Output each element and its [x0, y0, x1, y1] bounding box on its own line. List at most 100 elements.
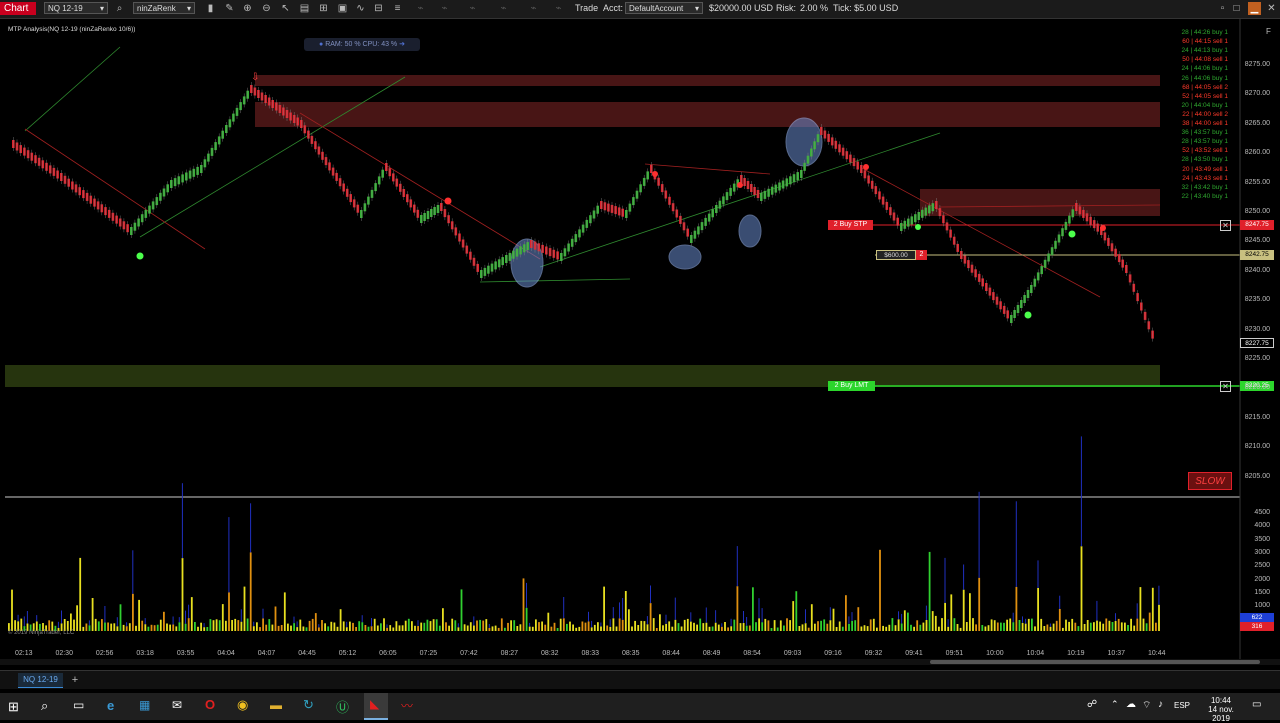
volume-bar: [500, 618, 503, 631]
app-u-icon[interactable]: Ⓤ: [336, 697, 349, 716]
volume-bar: [274, 606, 277, 631]
minimize-icon[interactable]: ▁: [1248, 2, 1261, 15]
volume-delta-bar: [705, 607, 707, 623]
volume-bar: [485, 619, 488, 631]
volume-bar: [1021, 622, 1024, 631]
network-icon[interactable]: ☁: [1126, 699, 1136, 710]
volume-bar: [671, 626, 674, 631]
add-tab-icon[interactable]: +: [68, 673, 82, 687]
windows-start-icon[interactable]: ⊞: [8, 699, 19, 715]
volume-bar: [956, 624, 959, 631]
price-axis-label: 8245.00: [1244, 237, 1270, 245]
refresh-app-icon[interactable]: ↻: [303, 697, 314, 713]
volume-bar: [990, 619, 993, 631]
volume-bar: [972, 618, 974, 631]
volume-delta-bar: [1049, 623, 1051, 627]
stop-amount-tag[interactable]: $600.00: [876, 250, 916, 260]
pointer-icon[interactable]: ↖: [279, 2, 292, 15]
instrument-selector[interactable]: NQ 12-19 ▾: [44, 2, 108, 14]
maximize-icon[interactable]: □: [1230, 2, 1243, 15]
bar-style-icon[interactable]: ▮: [204, 2, 217, 15]
f-label[interactable]: F: [1266, 27, 1271, 36]
trade-button[interactable]: Trade: [575, 2, 598, 15]
volume-delta-bar: [690, 612, 692, 622]
wifi-icon[interactable]: ⌔: [1142, 699, 1151, 712]
volume-bar: [138, 599, 140, 631]
close-icon[interactable]: ✕: [1265, 2, 1278, 15]
scrollbar-thumb[interactable]: [930, 660, 1260, 664]
task-view-icon[interactable]: ▭: [73, 698, 84, 712]
tool-5-icon[interactable]: ⌁: [527, 2, 540, 15]
risk-value[interactable]: 2.00 %: [800, 2, 828, 15]
volume-bar: [752, 587, 754, 631]
time-and-sales-row: 22 | 43:40 buy 1: [1181, 192, 1228, 200]
ninjatrader-taskbar-button[interactable]: ◣: [364, 693, 388, 720]
draw-pencil-icon[interactable]: ✎: [223, 2, 236, 15]
zoom-out-icon[interactable]: ⊖: [260, 2, 273, 15]
tab-nq-12-19[interactable]: NQ 12-19: [18, 673, 63, 688]
horizontal-scrollbar[interactable]: [0, 659, 1280, 665]
account-selector[interactable]: DefaultAccount ▾: [625, 2, 703, 14]
volume-axis-label: 4500: [1254, 509, 1270, 516]
zoom-in-icon[interactable]: ⊕: [241, 2, 254, 15]
volume-bar: [628, 609, 630, 631]
volume-axis-label: 1500: [1254, 588, 1270, 596]
data-box-icon[interactable]: ▤: [298, 2, 311, 15]
tool-6-icon[interactable]: ⌁: [552, 2, 565, 15]
search-icon[interactable]: ⌕: [113, 2, 126, 15]
stop-qty-tag[interactable]: 2: [916, 250, 927, 260]
tool-3-icon[interactable]: ⌁: [466, 2, 479, 15]
price-axis-label: 8240.00: [1244, 266, 1270, 274]
chart-menu-button[interactable]: Chart: [0, 2, 36, 15]
restore-icon[interactable]: ▫: [1216, 2, 1229, 15]
buy-stop-order-tag[interactable]: 2 Buy STP: [828, 220, 873, 230]
volume-bar: [1018, 620, 1021, 631]
buy-limit-order-tag[interactable]: 2 Buy LMT: [828, 381, 875, 391]
templates-icon[interactable]: ⊟: [372, 2, 385, 15]
edge-icon[interactable]: e: [107, 698, 114, 713]
volume-bar: [237, 620, 240, 631]
volume-icon[interactable]: ♪: [1158, 699, 1163, 710]
ninjatrader-alt-icon[interactable]: 〰: [401, 697, 413, 714]
tool-2-icon[interactable]: ⌁: [438, 2, 451, 15]
volume-bar: [817, 621, 819, 631]
properties-icon[interactable]: ▣: [336, 2, 349, 15]
search-icon[interactable]: ⌕: [41, 698, 48, 714]
language-indicator[interactable]: ESP: [1174, 701, 1190, 710]
chevron-up-icon[interactable]: ⌃: [1111, 699, 1119, 710]
volume-delta-bar: [144, 618, 146, 625]
volume-bar: [404, 620, 407, 631]
copyright-text: © 2019 NinjaTrader, LLC: [8, 630, 75, 636]
file-explorer-icon[interactable]: ▬: [270, 698, 282, 712]
cancel-order-icon[interactable]: ✕: [1220, 220, 1231, 231]
bar-type-selector[interactable]: ninZaRenk ▾: [133, 2, 195, 14]
volume-bar: [259, 627, 261, 631]
volume-bar: [941, 618, 943, 631]
volume-delta-bar: [963, 564, 965, 590]
price-axis-label: 8265.00: [1244, 119, 1270, 127]
cancel-order-icon[interactable]: ✕: [1220, 381, 1231, 392]
store-icon[interactable]: ▦: [139, 698, 150, 712]
volume-bar: [553, 622, 556, 631]
chart-canvas[interactable]: ⇩: [0, 19, 1280, 665]
volume-bar: [426, 619, 429, 631]
volume-bar: [373, 618, 376, 631]
opera-icon[interactable]: O: [205, 697, 215, 712]
volume-bar: [1158, 604, 1160, 631]
volume-bar: [674, 619, 677, 631]
strategy-icon[interactable]: ⊞: [317, 2, 330, 15]
chart-panel[interactable]: ⇩ MTP Analysis(NQ 12-19 (ninZaRenko 10/6…: [0, 19, 1280, 665]
clock[interactable]: 10:44 14 nov. 2019: [1200, 696, 1242, 723]
notifications-icon[interactable]: ▭: [1252, 699, 1261, 710]
tool-1-icon[interactable]: ⌁: [414, 2, 427, 15]
mail-icon[interactable]: ✉: [172, 698, 182, 712]
indicators-icon[interactable]: ∿: [354, 2, 367, 15]
volume-bar: [987, 625, 990, 631]
time-axis-label: 08:44: [662, 650, 680, 657]
list-icon[interactable]: ≡: [391, 2, 404, 15]
time-axis-label: 04:07: [257, 650, 276, 657]
tool-4-icon[interactable]: ⌁: [497, 2, 510, 15]
people-icon[interactable]: ☍: [1087, 699, 1097, 710]
chrome-icon[interactable]: ◉: [237, 697, 248, 713]
volume-bar: [776, 627, 779, 631]
